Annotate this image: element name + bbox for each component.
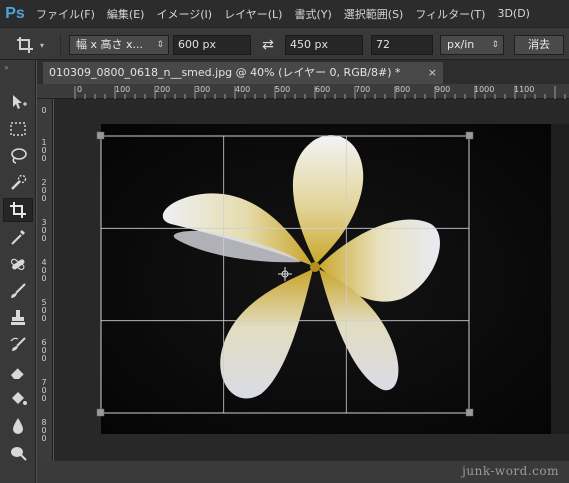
menu-file[interactable]: ファイル(F) xyxy=(30,6,101,22)
photoshop-logo: Ps xyxy=(5,4,25,22)
move-icon xyxy=(13,95,27,109)
healing-icon xyxy=(10,258,25,271)
paint-bucket-icon xyxy=(12,392,27,405)
crop-icon xyxy=(17,37,33,53)
ruler-label: 4 0 0 xyxy=(41,258,47,283)
close-icon[interactable]: × xyxy=(428,62,437,84)
ruler-label: 600 xyxy=(315,85,331,94)
brush-tool[interactable] xyxy=(3,279,33,303)
horizontal-ruler: 0 100 200 300 400 500 600 700 800 900 10… xyxy=(37,84,569,99)
ruler-label: 1100 xyxy=(514,85,535,94)
ruler-label: 700 xyxy=(355,85,371,94)
height-field[interactable]: 450 px xyxy=(285,35,363,55)
ruler-label: 0 xyxy=(77,85,83,94)
menu-type[interactable]: 書式(Y) xyxy=(288,6,337,22)
eyedropper-icon xyxy=(11,230,25,245)
move-tool[interactable] xyxy=(3,90,33,114)
tools-panel: » xyxy=(0,60,36,483)
crop-icon xyxy=(10,202,26,218)
divider xyxy=(60,34,61,56)
ruler-label: 0 xyxy=(41,106,47,115)
document-title: 010309_0800_0618_n__smed.jpg @ 40% (レイヤー… xyxy=(49,66,401,79)
menu-select[interactable]: 選択範囲(S) xyxy=(338,6,410,22)
select-arrows-icon: ⇕ xyxy=(156,40,164,50)
crop-overlay[interactable] xyxy=(54,99,569,461)
dodge-icon xyxy=(11,447,27,461)
ruler-label: 3 0 0 xyxy=(41,218,47,243)
status-bar: junk-word.com xyxy=(37,461,569,483)
ratio-preset-select[interactable]: 幅 x 高さ x... ⇕ xyxy=(69,35,169,55)
ruler-label: 500 xyxy=(275,85,291,94)
options-bar: ▾ 幅 x 高さ x... ⇕ 600 px ⇄ 450 px 72 px/in… xyxy=(0,27,569,60)
resolution-unit-select[interactable]: px/in ⇕ xyxy=(440,35,504,55)
crop-handle-bottom-right[interactable] xyxy=(465,408,474,417)
ruler-label: 400 xyxy=(235,85,251,94)
ratio-preset-value: 幅 x 高さ x... xyxy=(76,38,143,51)
ruler-label: 800 xyxy=(395,85,411,94)
quick-select-icon xyxy=(11,174,27,190)
crop-handle-bottom-left[interactable] xyxy=(96,408,105,417)
clear-button[interactable]: 消去 xyxy=(514,35,564,55)
panel-collapse-icon[interactable]: » xyxy=(4,63,9,72)
menu-edit[interactable]: 編集(E) xyxy=(101,6,151,22)
brush-icon xyxy=(11,283,26,298)
stamp-tool[interactable] xyxy=(3,306,33,330)
quick-select-tool[interactable] xyxy=(3,171,33,195)
ruler-label: 100 xyxy=(115,85,131,94)
document-tab-bar: 010309_0800_0618_n__smed.jpg @ 40% (レイヤー… xyxy=(37,60,569,84)
resolution-unit-value: px/in xyxy=(447,38,475,51)
ruler-label: 7 0 0 xyxy=(41,378,47,403)
menu-3d[interactable]: 3D(D) xyxy=(491,7,536,20)
chevron-down-icon: ▾ xyxy=(40,40,45,50)
crop-tool[interactable] xyxy=(3,198,33,222)
blur-icon xyxy=(13,418,23,434)
eraser-tool[interactable] xyxy=(3,360,33,384)
menu-bar: Ps ファイル(F) 編集(E) イメージ(I) レイヤー(L) 書式(Y) 選… xyxy=(0,0,569,27)
menu-image[interactable]: イメージ(I) xyxy=(150,6,218,22)
ruler-label: 8 0 0 xyxy=(41,418,47,443)
eraser-icon xyxy=(11,367,25,379)
width-field[interactable]: 600 px xyxy=(173,35,251,55)
marquee-icon xyxy=(10,122,26,136)
ruler-label: 1 0 0 xyxy=(41,138,47,163)
menu-filter[interactable]: フィルター(T) xyxy=(409,6,491,22)
history-brush-tool[interactable] xyxy=(3,333,33,357)
blur-tool[interactable] xyxy=(3,414,33,438)
ruler-label: 900 xyxy=(435,85,451,94)
marquee-tool[interactable] xyxy=(3,117,33,141)
ruler-label: 1000 xyxy=(474,85,495,94)
document-tab[interactable]: 010309_0800_0618_n__smed.jpg @ 40% (レイヤー… xyxy=(43,62,443,84)
select-arrows-icon: ⇕ xyxy=(491,40,499,50)
paint-bucket-tool[interactable] xyxy=(3,387,33,411)
ruler-label: 200 xyxy=(155,85,171,94)
canvas-workspace[interactable] xyxy=(54,99,569,461)
history-brush-icon xyxy=(10,337,26,351)
crop-handle-top-right[interactable] xyxy=(465,131,474,140)
lasso-icon xyxy=(11,148,27,164)
healing-tool[interactable] xyxy=(3,252,33,276)
lasso-tool[interactable] xyxy=(3,144,33,168)
ruler-label: 5 0 0 xyxy=(41,298,47,323)
ruler-label: 300 xyxy=(195,85,211,94)
eyedropper-tool[interactable] xyxy=(3,225,33,249)
ruler-label: 2 0 0 xyxy=(41,178,47,203)
swap-arrows-icon[interactable]: ⇄ xyxy=(258,35,278,55)
crop-center-icon xyxy=(278,267,292,281)
menu-layer[interactable]: レイヤー(L) xyxy=(218,6,288,22)
stamp-icon xyxy=(11,310,25,325)
vertical-ruler: 0 1 0 0 2 0 0 3 0 0 4 0 0 5 0 0 6 0 0 7 … xyxy=(37,99,53,461)
dodge-tool[interactable] xyxy=(3,441,33,465)
resolution-field[interactable]: 72 xyxy=(371,35,433,55)
ruler-label: 6 0 0 xyxy=(41,338,47,363)
tool-preset-picker[interactable]: ▾ xyxy=(16,35,50,55)
watermark: junk-word.com xyxy=(462,464,559,478)
crop-handle-top-left[interactable] xyxy=(96,131,105,140)
